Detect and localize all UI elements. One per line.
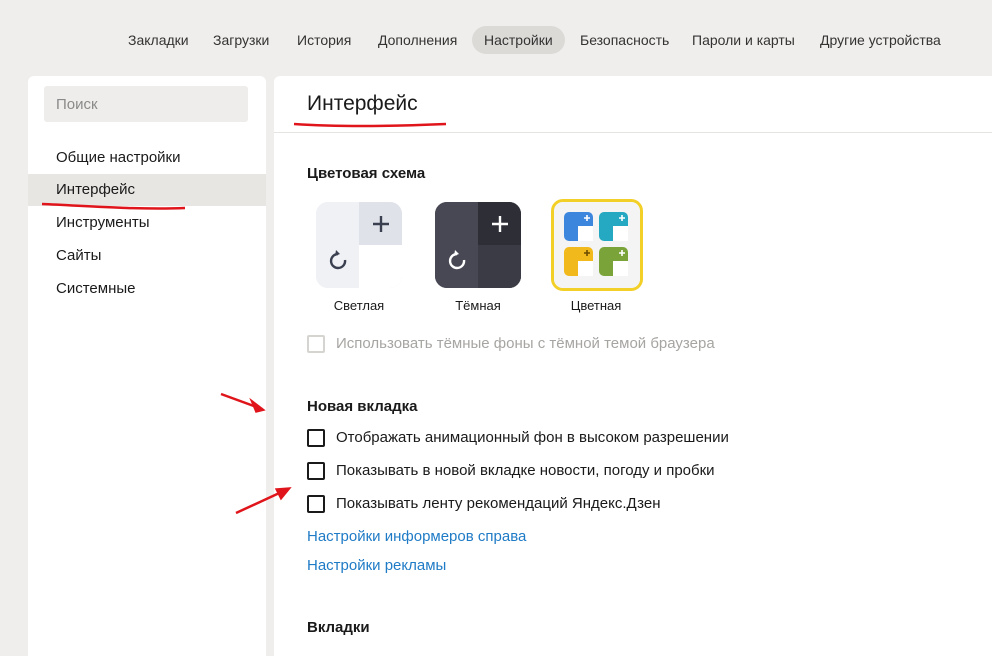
informers-settings-link[interactable]: Настройки информеров справа: [307, 528, 526, 545]
nav-passwords[interactable]: Пароли и карты: [692, 26, 795, 54]
nav-bookmarks[interactable]: Закладки: [128, 26, 189, 54]
nav-extensions[interactable]: Дополнения: [378, 26, 457, 54]
top-navigation: Закладки Загрузки История Дополнения Нас…: [0, 26, 992, 54]
zen-checkbox[interactable]: [307, 495, 325, 513]
nav-security[interactable]: Безопасность: [580, 26, 669, 54]
theme-colored-label: Цветная: [570, 298, 622, 313]
section-title-tabs: Вкладки: [307, 619, 370, 636]
theme-colored-icon: [554, 202, 640, 288]
theme-colored-tile[interactable]: [551, 199, 643, 291]
sidebar-item-general[interactable]: Общие настройки: [28, 142, 266, 174]
nav-downloads[interactable]: Загрузки: [213, 26, 269, 54]
dark-backgrounds-checkbox[interactable]: [307, 335, 325, 353]
nav-history[interactable]: История: [297, 26, 351, 54]
sidebar-item-interface[interactable]: Интерфейс: [28, 174, 266, 206]
nav-other-devices[interactable]: Другие устройства: [820, 26, 941, 54]
news-label: Показывать в новой вкладке новости, пого…: [336, 462, 715, 479]
page-title: Интерфейс: [307, 92, 418, 115]
theme-light-label: Светлая: [333, 298, 385, 313]
zen-label: Показывать ленту рекомендаций Яндекс.Дзе…: [336, 495, 661, 512]
divider: [274, 132, 992, 133]
sidebar-item-system[interactable]: Системные: [28, 273, 266, 305]
theme-dark-icon: [435, 202, 521, 288]
section-title-color-scheme: Цветовая схема: [307, 165, 426, 182]
dark-backgrounds-label: Использовать тёмные фоны с тёмной темой …: [336, 335, 715, 352]
section-title-new-tab: Новая вкладка: [307, 398, 418, 415]
news-checkbox[interactable]: [307, 462, 325, 480]
animated-bg-label: Отображать анимационный фон в высоком ра…: [336, 429, 729, 446]
settings-main-panel: Интерфейс Цветовая схема Светлая Тёмная: [274, 76, 992, 656]
theme-dark-label: Тёмная: [455, 298, 501, 313]
nav-settings[interactable]: Настройки: [472, 26, 565, 54]
sidebar-item-tools[interactable]: Инструменты: [28, 207, 266, 239]
theme-dark-tile[interactable]: [435, 202, 521, 288]
theme-light-icon: [316, 202, 402, 288]
settings-sidebar: Общие настройки Интерфейс Инструменты Са…: [28, 76, 266, 656]
theme-light-tile[interactable]: [316, 202, 402, 288]
search-input[interactable]: [44, 86, 248, 122]
animated-bg-checkbox[interactable]: [307, 429, 325, 447]
ads-settings-link[interactable]: Настройки рекламы: [307, 557, 446, 574]
sidebar-item-sites[interactable]: Сайты: [28, 240, 266, 272]
